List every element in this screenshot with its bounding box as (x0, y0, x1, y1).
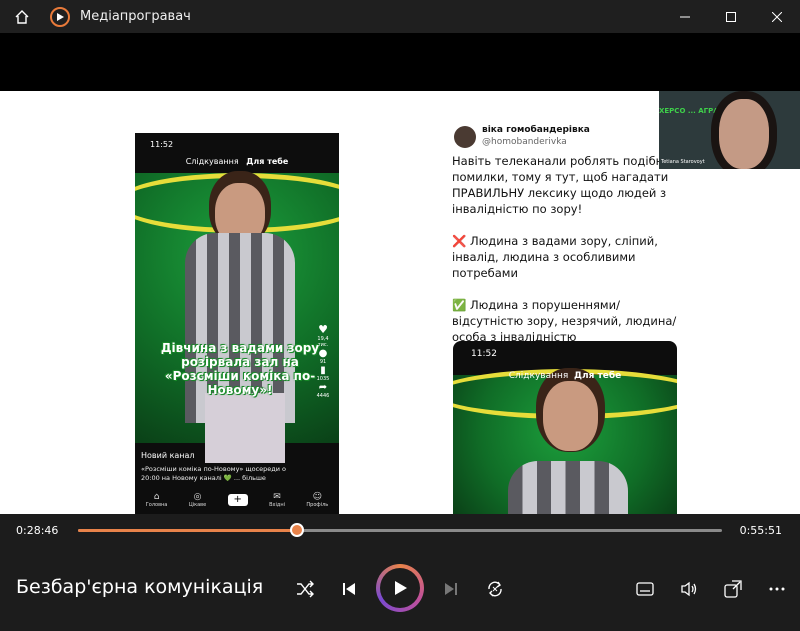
tweet-body: Навіть телеканали роблять подібні помилк… (452, 154, 677, 344)
play-button[interactable] (376, 564, 424, 612)
tiktok-phone-screenshot: 11:52 Слідкування Для тебе Дівчина з вад… (135, 133, 339, 514)
minimize-icon (680, 16, 690, 17)
seek-bar-progress (78, 529, 297, 532)
subtitles-icon (636, 582, 654, 596)
seek-bar[interactable] (78, 523, 722, 537)
nav-profile: ☺ Профіль (306, 492, 329, 508)
minimize-button[interactable] (662, 0, 708, 33)
person-pants (205, 393, 285, 463)
comment-icon: ● (318, 348, 328, 359)
channel-name: Новий канал (141, 451, 195, 460)
nav-inbox: ✉ Вхідні (269, 492, 285, 508)
presenter-face (719, 99, 769, 169)
nav-create: + (227, 494, 248, 506)
more-options-button[interactable] (762, 574, 792, 604)
close-button[interactable] (754, 0, 800, 33)
volume-button[interactable] (674, 574, 704, 604)
nav-discover: ◎ Цікаве (188, 492, 207, 508)
home-button[interactable] (0, 0, 44, 33)
subtitles-button[interactable] (630, 574, 660, 604)
phone-bottom-nav: ⌂ Головна ◎ Цікаве + ✉ Вхідні ☺ Профіль (135, 485, 339, 514)
miniplayer-button[interactable] (718, 574, 748, 604)
webcam-overlay: ХЕРСО ... АГРАРІ Tetiana Starovoyt (659, 91, 800, 169)
side-actions: ♥ 19,4 тис. ● 91 ▮ 1035 ➦ 4446 (313, 323, 333, 399)
repeat-button[interactable] (480, 574, 510, 604)
shuffle-icon (297, 580, 314, 598)
share-count: 4446 (316, 393, 330, 399)
elapsed-time: 0:28:46 (16, 524, 59, 537)
close-icon (772, 11, 782, 22)
player-controls: 0:28:46 0:55:51 Безбар'єрна комунікація (0, 514, 800, 631)
more-icon (769, 587, 785, 591)
maximize-icon (726, 11, 736, 22)
nav-home: ⌂ Головна (145, 492, 168, 508)
person-head (543, 381, 598, 451)
video-caption: Дівчина з вадами зору розірвала зал на «… (160, 341, 320, 397)
home-icon: ⌂ (153, 492, 160, 502)
avatar (454, 126, 476, 148)
play-icon (395, 581, 407, 595)
home-icon (15, 9, 29, 24)
tweet-video-preview: 11:52 Слідкування Для тебе (453, 341, 677, 514)
like-count: 19,4 тис. (317, 336, 329, 348)
video-description: «Розсміши коміка по-Новому» щосереди о 2… (141, 465, 287, 482)
window-title: Медіапрогравач (80, 9, 191, 24)
next-icon (445, 583, 457, 595)
tab-foryou: Для тебе (246, 157, 289, 166)
volume-icon (681, 581, 697, 597)
phone-tabs: Слідкування Для тебе (135, 157, 339, 166)
bookmark-icon: ▮ (320, 365, 326, 376)
miniplayer-icon (724, 580, 742, 598)
person-body (508, 461, 628, 514)
maximize-button[interactable] (708, 0, 754, 33)
share-icon: ➦ (318, 382, 328, 393)
tweet-author-handle: @homobanderivka (482, 137, 567, 147)
title-bar: Медіапрогравач (0, 0, 800, 33)
inbox-icon: ✉ (273, 492, 281, 502)
profile-icon: ☺ (312, 492, 323, 502)
tweet-author-name: віка гомобандерівка (482, 125, 590, 135)
phone-time: 11:52 (150, 140, 174, 149)
app-logo-icon (50, 6, 70, 27)
like-icon: ♥ (318, 323, 328, 336)
tab-following: Слідкування (185, 157, 239, 166)
next-button[interactable] (436, 574, 466, 604)
background-sign: ХЕРСО ... АГРАРІ (659, 107, 727, 115)
previous-button[interactable] (334, 574, 364, 604)
phone-time: 11:52 (471, 349, 497, 359)
video-letterbox (0, 33, 800, 91)
previous-icon (343, 583, 355, 595)
plus-icon: + (227, 494, 248, 506)
repeat-icon (488, 581, 502, 597)
video-frame[interactable]: 11:52 Слідкування Для тебе Дівчина з вад… (0, 91, 800, 514)
total-time: 0:55:51 (739, 524, 782, 537)
compass-icon: ◎ (193, 492, 202, 502)
shuffle-button[interactable] (290, 574, 320, 604)
seek-thumb[interactable] (289, 523, 304, 537)
presenter-name: Tetiana Starovoyt (661, 159, 705, 165)
media-title: Безбар'єрна комунікація (16, 576, 264, 598)
phone-tabs: Слідкування Для тебе (508, 371, 622, 381)
